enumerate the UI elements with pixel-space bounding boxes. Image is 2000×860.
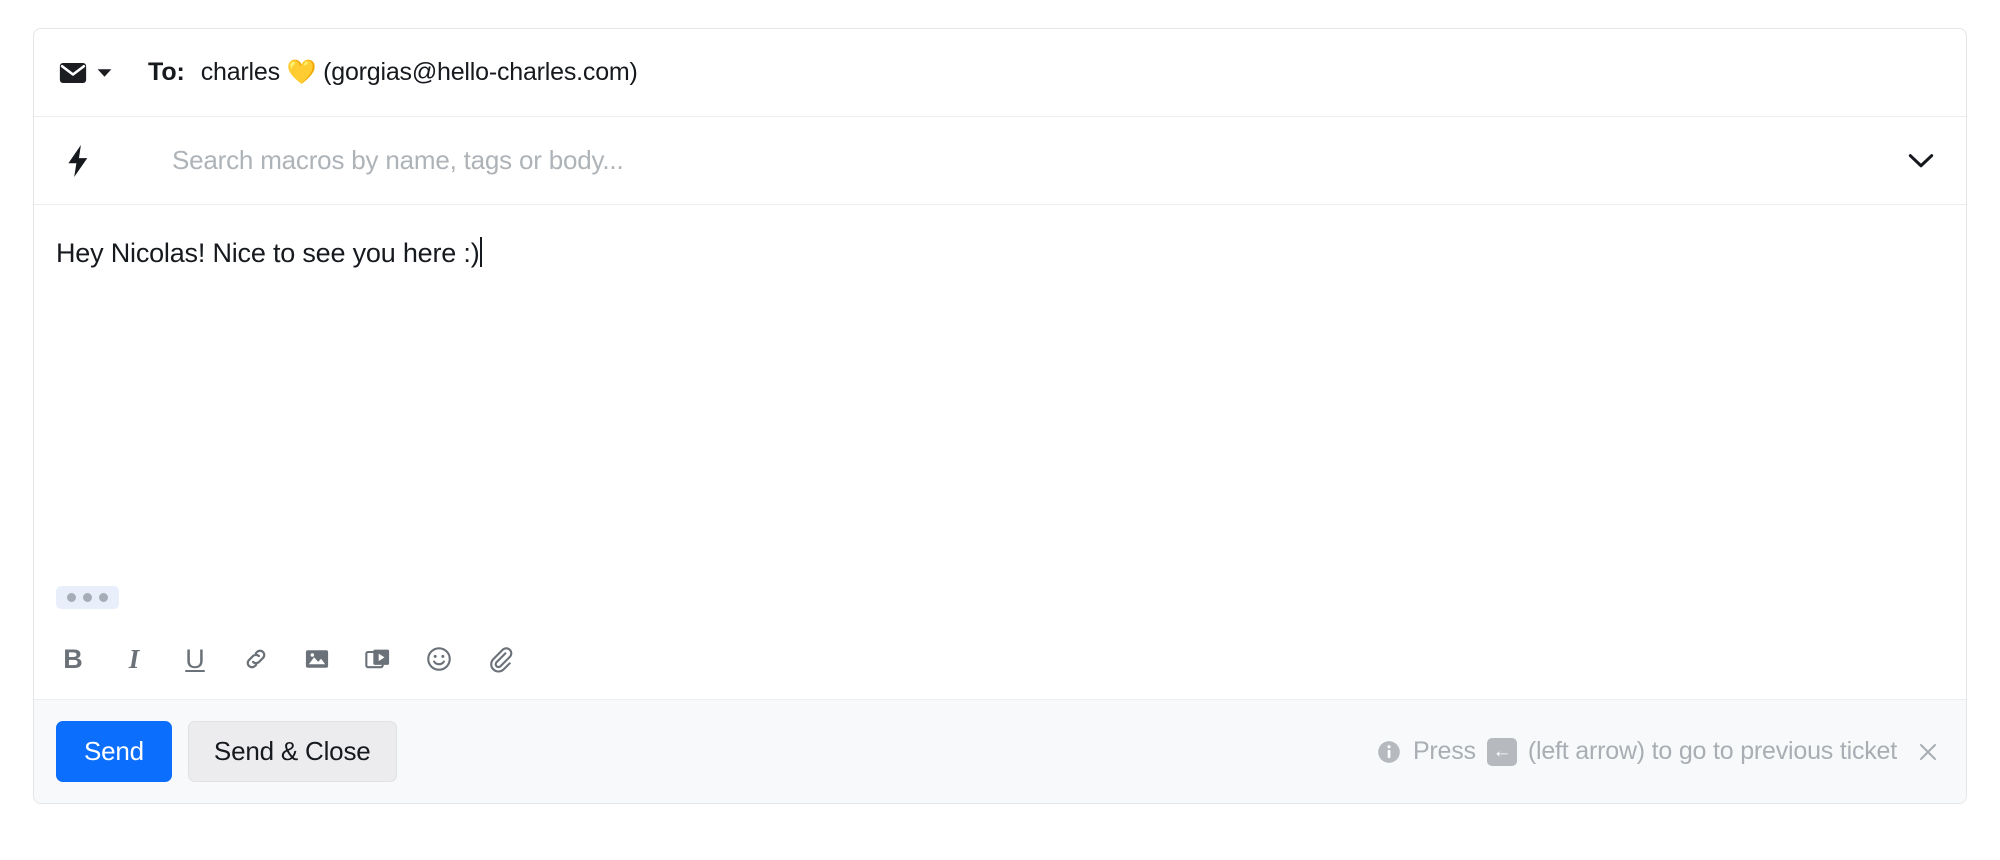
italic-label: I	[128, 643, 140, 674]
macro-search-input[interactable]	[170, 144, 1898, 177]
paperclip-icon	[486, 645, 514, 673]
info-icon	[1376, 739, 1402, 765]
italic-button[interactable]: I	[117, 642, 151, 676]
channel-picker[interactable]	[56, 54, 114, 92]
attachment-button[interactable]	[483, 642, 517, 676]
macro-row	[34, 117, 1966, 205]
keyboard-hint: Press ← (left arrow) to go to previous t…	[1376, 737, 1940, 766]
underline-button[interactable]: U	[178, 642, 212, 676]
link-icon	[242, 645, 270, 673]
message-body-text: Hey Nicolas! Nice to see you here :)	[56, 238, 480, 268]
video-icon	[364, 645, 392, 673]
send-and-close-button[interactable]: Send & Close	[187, 721, 397, 782]
emoji-button[interactable]	[422, 642, 456, 676]
text-cursor	[480, 237, 483, 267]
smiley-icon	[425, 645, 453, 673]
bold-label: B	[63, 643, 83, 674]
hint-suffix-text: (left arrow) to go to previous ticket	[1527, 737, 1897, 765]
recipient-value[interactable]: charles 💛 (gorgias@hello-charles.com)	[201, 58, 638, 87]
envelope-icon	[58, 58, 88, 88]
typing-dot	[67, 593, 76, 602]
hint-prefix-text: Press	[1412, 737, 1476, 765]
recipient-name: charles	[200, 58, 280, 86]
close-icon[interactable]	[1916, 740, 1940, 764]
underline-label: U	[185, 643, 205, 674]
typing-indicator	[56, 586, 119, 609]
heart-emoji: 💛	[286, 59, 317, 86]
typing-dot	[83, 593, 92, 602]
format-toolbar: B I U	[56, 631, 1944, 699]
bold-button[interactable]: B	[56, 642, 90, 676]
recipient-email: (gorgias@hello-charles.com)	[323, 58, 638, 86]
composer-footer: Send Send & Close Press ← (left arrow) t…	[34, 699, 1966, 803]
chevron-down-icon[interactable]	[1898, 153, 1944, 169]
typing-dot	[99, 593, 108, 602]
send-button[interactable]: Send	[56, 721, 172, 782]
caret-down-icon	[97, 68, 112, 78]
reply-composer-card: To: charles 💛 (gorgias@hello-charles.com…	[33, 28, 1967, 804]
message-body-area[interactable]: Hey Nicolas! Nice to see you here :) B I…	[34, 205, 1966, 699]
to-label: To:	[148, 58, 185, 86]
image-icon	[303, 645, 331, 673]
link-button[interactable]	[239, 642, 273, 676]
message-body-text-wrapper: Hey Nicolas! Nice to see you here :)	[56, 235, 1944, 271]
image-button[interactable]	[300, 642, 334, 676]
video-button[interactable]	[361, 642, 395, 676]
lightning-bolt-icon[interactable]	[56, 144, 100, 177]
left-arrow-key-badge: ←	[1486, 737, 1517, 766]
recipient-row: To: charles 💛 (gorgias@hello-charles.com…	[34, 29, 1966, 117]
